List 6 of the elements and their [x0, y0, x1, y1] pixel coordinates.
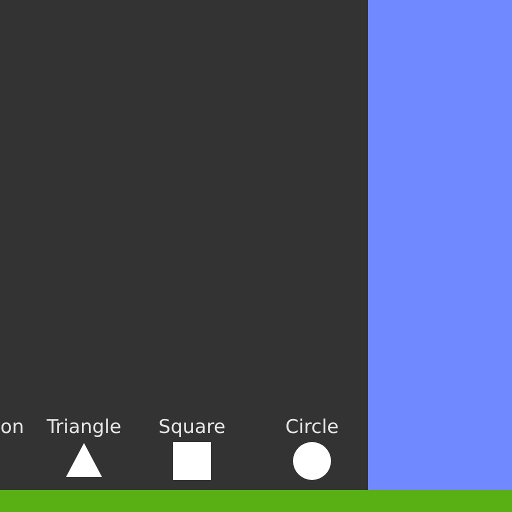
shape-label[interactable]: on: [0, 416, 24, 438]
circle-icon[interactable]: [293, 442, 331, 480]
shape-label[interactable]: Circle: [285, 416, 339, 438]
shape-label[interactable]: Square: [158, 416, 226, 438]
triangle-icon[interactable]: [65, 442, 103, 478]
shape-label[interactable]: Triangle: [46, 416, 122, 438]
